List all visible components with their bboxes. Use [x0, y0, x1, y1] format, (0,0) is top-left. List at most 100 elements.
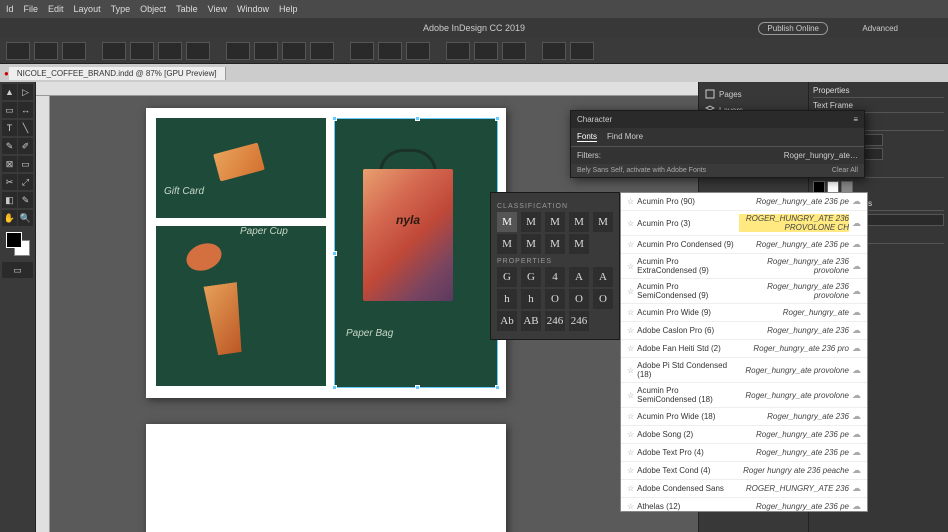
menu-type[interactable]: Type	[111, 4, 131, 14]
ruler-vertical[interactable]	[36, 96, 50, 532]
font-list-item[interactable]: ☆Athelas (12)Roger_hungry_ate 236 pe☁	[621, 498, 867, 512]
sync-icon[interactable]: ☁	[852, 465, 861, 476]
ctrl-slot[interactable]	[446, 42, 470, 60]
classify-icon[interactable]: M	[569, 212, 589, 232]
ctrl-slot[interactable]	[378, 42, 402, 60]
font-list-item[interactable]: ☆Adobe Pi Std Condensed (18)Roger_hungry…	[621, 358, 867, 383]
ctrl-slot[interactable]	[542, 42, 566, 60]
ctrl-slot[interactable]	[406, 42, 430, 60]
zoom-tool[interactable]: 🔍	[18, 210, 33, 226]
prop-icon[interactable]: Ab	[497, 311, 517, 331]
page-tool[interactable]: ▭	[2, 102, 17, 118]
font-list-item[interactable]: ☆Acumin Pro Wide (18)Roger_hungry_ate 23…	[621, 408, 867, 426]
selection-handle[interactable]	[495, 116, 500, 121]
menu-object[interactable]: Object	[140, 4, 166, 14]
favorite-star-icon[interactable]: ☆	[627, 502, 634, 511]
clear-all-link[interactable]: Clear All	[832, 167, 858, 174]
font-list-item[interactable]: ☆Acumin Pro Wide (9)Roger_hungry_ate☁	[621, 304, 867, 322]
frame-paper-cup[interactable]	[156, 226, 326, 386]
font-list-item[interactable]: ☆Adobe Caslon Pro (6)Roger_hungry_ate 23…	[621, 322, 867, 340]
favorite-star-icon[interactable]: ☆	[627, 412, 634, 421]
panel-pages[interactable]: Pages	[703, 86, 804, 102]
prop-icon[interactable]: AB	[521, 311, 541, 331]
favorite-star-icon[interactable]: ☆	[627, 344, 634, 353]
publish-online-button[interactable]: Publish Online	[758, 22, 828, 35]
selected-font-label[interactable]: Roger_hungry_ate…	[784, 151, 858, 160]
page-1[interactable]: nyla Gift Card Paper Cup Paper Bag	[146, 108, 506, 398]
selection-handle[interactable]	[415, 116, 420, 121]
menu-id[interactable]: Id	[6, 4, 14, 14]
ctrl-slot[interactable]	[282, 42, 306, 60]
ctrl-slot[interactable]	[474, 42, 498, 60]
menu-help[interactable]: Help	[279, 4, 298, 14]
selection-handle[interactable]	[332, 385, 337, 390]
hand-tool[interactable]: ✋	[2, 210, 17, 226]
scissors-tool[interactable]: ✂	[2, 174, 17, 190]
favorite-star-icon[interactable]: ☆	[627, 287, 634, 296]
classify-icon[interactable]: M	[521, 212, 541, 232]
classify-icon[interactable]: M	[521, 234, 541, 254]
sync-icon[interactable]: ☁	[852, 447, 861, 458]
sync-icon[interactable]: ☁	[852, 286, 861, 297]
font-list-item[interactable]: ☆Acumin Pro SemiCondensed (9)Roger_hungr…	[621, 279, 867, 304]
prop-icon[interactable]: G	[497, 267, 517, 287]
ctrl-slot[interactable]	[350, 42, 374, 60]
ctrl-slot[interactable]	[130, 42, 154, 60]
sync-icon[interactable]: ☁	[852, 483, 861, 494]
sync-icon[interactable]: ☁	[852, 343, 861, 354]
classify-serif-icon[interactable]: M	[497, 212, 517, 232]
ctrl-slot[interactable]	[6, 42, 30, 60]
pen-tool[interactable]: ✎	[2, 138, 17, 154]
rect-tool[interactable]: ▭	[18, 156, 33, 172]
prop-icon[interactable]: O	[545, 289, 565, 309]
fonts-tab[interactable]: Fonts	[577, 132, 597, 142]
font-list-item[interactable]: ☆Adobe Song (2)Roger_hungry_ate 236 pe☁	[621, 426, 867, 444]
classify-icon[interactable]: M	[545, 234, 565, 254]
favorite-star-icon[interactable]: ☆	[627, 484, 634, 493]
sync-icon[interactable]: ☁	[852, 325, 861, 336]
prop-icon[interactable]: 246	[569, 311, 589, 331]
menu-window[interactable]: Window	[237, 4, 269, 14]
gap-tool[interactable]: ↔	[18, 102, 33, 118]
type-tool[interactable]: T	[2, 120, 17, 136]
prop-icon[interactable]: h	[497, 289, 517, 309]
frame-gift-card[interactable]	[156, 118, 326, 218]
free-transform-tool[interactable]: ⤢	[18, 174, 33, 190]
sync-icon[interactable]: ☁	[852, 365, 861, 376]
font-list-item[interactable]: ☆Adobe Text Pro (4)Roger_hungry_ate 236 …	[621, 444, 867, 462]
classify-icon[interactable]: M	[545, 212, 565, 232]
workspace-switcher[interactable]: Advanced	[862, 24, 898, 33]
favorite-star-icon[interactable]: ☆	[627, 219, 634, 228]
prop-icon[interactable]: h	[521, 289, 541, 309]
fill-stroke-swatch[interactable]	[6, 232, 30, 256]
frame-paper-bag[interactable]: nyla	[334, 118, 498, 388]
favorite-star-icon[interactable]: ☆	[627, 391, 634, 400]
ruler-horizontal[interactable]	[36, 82, 698, 96]
favorite-star-icon[interactable]: ☆	[627, 366, 634, 375]
ctrl-slot[interactable]	[502, 42, 526, 60]
sync-icon[interactable]: ☁	[852, 261, 861, 272]
find-more-tab[interactable]: Find More	[607, 132, 643, 142]
direct-select-tool[interactable]: ▷	[18, 84, 33, 100]
ctrl-slot[interactable]	[158, 42, 182, 60]
favorite-star-icon[interactable]: ☆	[627, 197, 634, 206]
ctrl-slot[interactable]	[310, 42, 334, 60]
favorite-star-icon[interactable]: ☆	[627, 466, 634, 475]
ctrl-slot[interactable]	[62, 42, 86, 60]
prop-icon[interactable]: G	[521, 267, 541, 287]
ctrl-slot[interactable]	[102, 42, 126, 60]
font-list-item[interactable]: ☆Adobe Condensed SansROGER_HUNGRY_ATE 23…	[621, 480, 867, 498]
prop-icon[interactable]: A	[593, 267, 613, 287]
character-panel[interactable]: Character ≡ Fonts Find More Filters: Rog…	[570, 110, 865, 178]
menu-edit[interactable]: Edit	[48, 4, 64, 14]
font-list-dropdown[interactable]: ☆Acumin Pro (90)Roger_hungry_ate 236 pe☁…	[620, 192, 868, 512]
ctrl-slot[interactable]	[186, 42, 210, 60]
gradient-tool[interactable]: ◧	[2, 192, 17, 208]
favorite-star-icon[interactable]: ☆	[627, 326, 634, 335]
line-tool[interactable]: ╲	[18, 120, 33, 136]
prop-icon[interactable]: 246	[545, 311, 565, 331]
ctrl-slot[interactable]	[570, 42, 594, 60]
selection-handle[interactable]	[495, 385, 500, 390]
font-classification-popover[interactable]: CLASSIFICATION M M M M M M M M M PROPERT…	[490, 192, 620, 340]
classify-icon[interactable]: M	[569, 234, 589, 254]
